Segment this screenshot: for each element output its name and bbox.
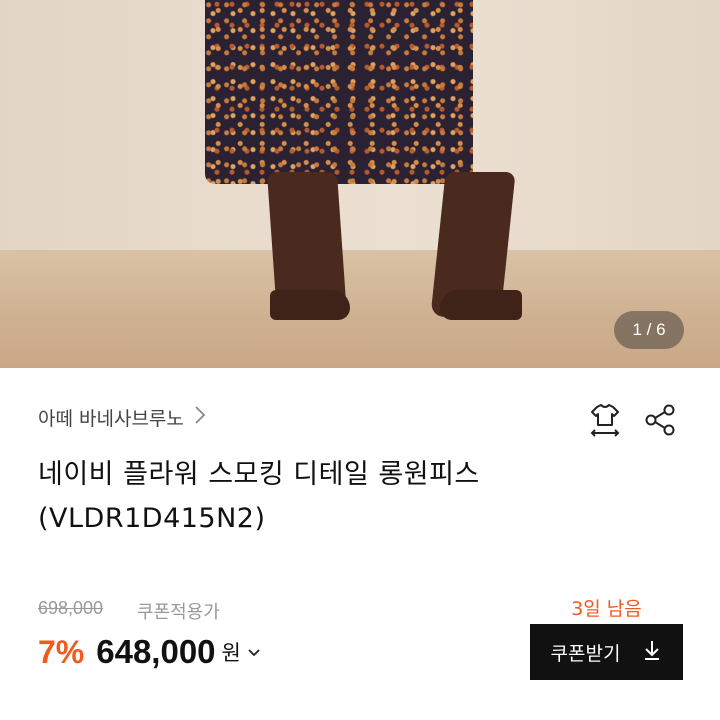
- original-price: 698,000: [38, 598, 104, 618]
- chevron-right-icon: [194, 405, 206, 430]
- download-icon: [642, 639, 662, 666]
- share-icon[interactable]: [640, 400, 680, 440]
- price-row[interactable]: 7% 648,000 원: [38, 630, 261, 674]
- get-coupon-button[interactable]: 쿠폰받기: [530, 624, 683, 680]
- coupon-days-left: 3일 남음: [571, 598, 642, 620]
- product-title-line1: 네이비 플라워 스모킹 디테일 롱원피스: [38, 459, 480, 490]
- get-coupon-label: 쿠폰받기: [550, 642, 621, 665]
- brand-name: 아떼 바네사브루노: [38, 407, 184, 430]
- left-boot-foot: [270, 290, 350, 320]
- currency-label: 원: [221, 641, 241, 665]
- brand-link[interactable]: 아떼 바네사브루노: [38, 402, 206, 432]
- product-title-line2: (VLDR1D415N2): [38, 503, 266, 534]
- coupon-price-note: 쿠폰적용가: [137, 602, 220, 623]
- image-floor: [0, 250, 720, 368]
- discount-rate: 7%: [38, 633, 85, 670]
- right-boot-foot: [440, 290, 522, 320]
- product-title: 네이비 플라워 스모킹 디테일 롱원피스 (VLDR1D415N2): [38, 453, 598, 541]
- sale-price: 648,000: [96, 633, 216, 670]
- dress-hem: [205, 0, 473, 184]
- chevron-down-icon[interactable]: [247, 643, 261, 662]
- size-guide-icon[interactable]: [585, 400, 625, 440]
- image-pager: 1 / 6: [614, 311, 684, 349]
- product-image[interactable]: 1 / 6: [0, 0, 720, 368]
